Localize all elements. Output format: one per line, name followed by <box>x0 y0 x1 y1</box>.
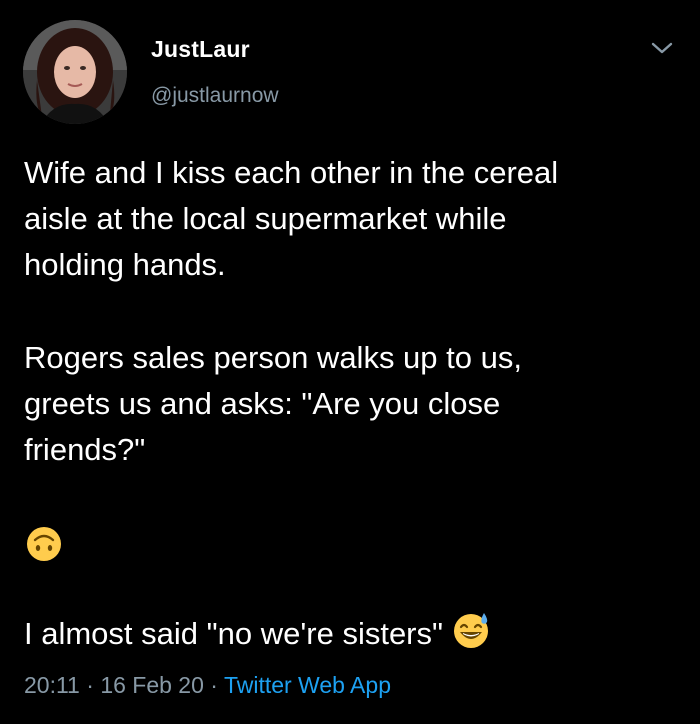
chevron-down-icon[interactable] <box>648 34 676 62</box>
display-name[interactable]: JustLaur <box>151 36 250 63</box>
meta-separator: · <box>203 672 224 698</box>
avatar-image <box>23 20 127 124</box>
tweet-time[interactable]: 20:11 <box>24 672 80 698</box>
grinning-face-with-sweat-emoji-icon <box>451 610 491 663</box>
tweet-paragraph-last: I almost said "no we're sisters" <box>24 610 674 663</box>
meta-separator: · <box>79 672 101 698</box>
tweet-card: JustLaur @justlaurnow Wife and I kiss ea… <box>0 0 700 724</box>
tweet-paragraph: Rogers sales person walks up to us, gree… <box>24 340 522 467</box>
tweet-text: I almost said "no we're sisters" <box>24 616 444 651</box>
tweet-source-link[interactable]: Twitter Web App <box>224 672 391 698</box>
user-handle[interactable]: @justlaurnow <box>151 84 279 108</box>
tweet-meta: 20:11 · 16 Feb 20 · Twitter Web App <box>24 672 391 699</box>
upside-down-face-emoji-icon <box>24 520 674 569</box>
avatar[interactable] <box>23 20 127 124</box>
tweet-paragraph: Wife and I kiss each other in the cereal… <box>24 155 559 282</box>
tweet-date[interactable]: 16 Feb 20 <box>100 672 204 698</box>
